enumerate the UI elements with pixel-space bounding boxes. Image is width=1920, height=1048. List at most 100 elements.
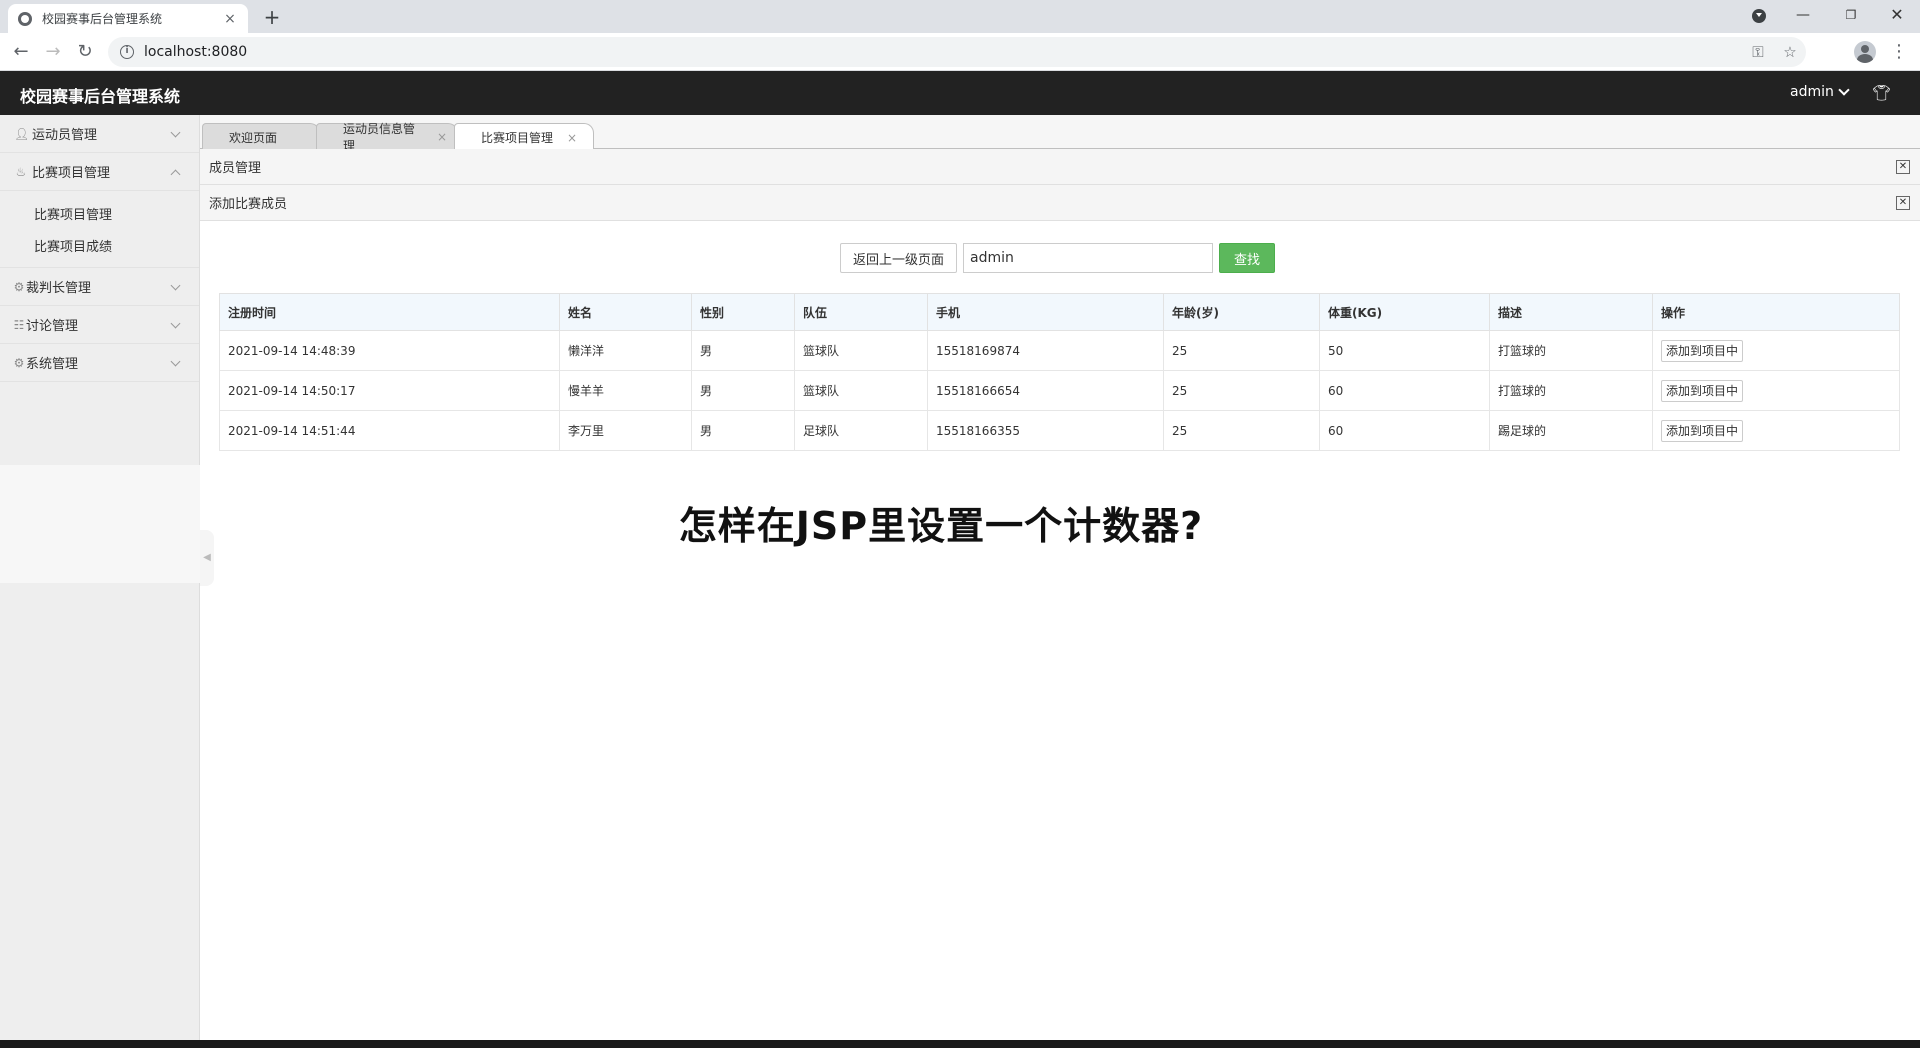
cell-team: 篮球队 bbox=[794, 330, 928, 371]
table-row: 2021-09-14 14:48:39 懒洋洋 男 篮球队 1551816987… bbox=[219, 330, 1900, 371]
sidebar-group-label: 裁判长管理 bbox=[26, 281, 92, 296]
forward-arrow-icon[interactable]: → bbox=[41, 40, 65, 64]
browser-tab[interactable]: 校园赛事后台管理系统 × bbox=[8, 4, 248, 33]
cell-weight: 60 bbox=[1319, 410, 1490, 451]
cell-action: 添加到项目中 bbox=[1652, 410, 1900, 451]
close-tab-icon[interactable]: × bbox=[567, 131, 577, 145]
app-header: 校园赛事后台管理系统 admin 👕︎ bbox=[0, 71, 1920, 115]
cell-age: 25 bbox=[1163, 410, 1320, 451]
sidebar-group-label: 比赛项目管理 bbox=[32, 166, 111, 181]
close-window-icon[interactable]: ✕ bbox=[1874, 0, 1920, 33]
sidebar-group-system[interactable]: ⚙ 系统管理 bbox=[0, 344, 199, 382]
star-icon[interactable]: ☆ bbox=[1774, 43, 1806, 61]
cell-reg-time: 2021-09-14 14:51:44 bbox=[219, 410, 560, 451]
chevron-down-icon bbox=[170, 318, 181, 329]
chevron-up-icon bbox=[170, 169, 181, 180]
panel-title: 添加比赛成员 bbox=[209, 197, 288, 212]
add-to-event-button[interactable]: 添加到项目中 bbox=[1661, 339, 1744, 362]
address-bar: ← → ↻ i localhost:8080 ⚿ ☆ ⋮ bbox=[0, 33, 1920, 71]
url-bar[interactable]: i localhost:8080 ⚿ ☆ bbox=[108, 37, 1806, 67]
tshirt-icon[interactable]: 👕︎ bbox=[1872, 84, 1891, 102]
cell-phone: 15518166355 bbox=[927, 410, 1164, 451]
table-row: 2021-09-14 14:51:44 李万里 男 足球队 1551816635… bbox=[219, 410, 1900, 451]
add-to-event-button[interactable]: 添加到项目中 bbox=[1661, 419, 1744, 442]
col-header-desc: 描述 bbox=[1489, 293, 1653, 331]
main-content: 欢迎页面 运动员信息管理 × 比赛项目管理 × 成员管理 ✕ 添加比赛成员 ✕ … bbox=[200, 115, 1920, 1040]
chevron-down-icon bbox=[170, 356, 181, 367]
col-header-team: 队伍 bbox=[794, 293, 928, 331]
tab-event-manage[interactable]: 比赛项目管理 × bbox=[454, 123, 594, 151]
cell-phone: 15518166654 bbox=[927, 370, 1164, 411]
info-icon[interactable]: i bbox=[120, 45, 134, 59]
browser-tab-title: 校园赛事后台管理系统 bbox=[42, 12, 163, 26]
back-arrow-icon[interactable]: ← bbox=[9, 40, 33, 64]
chevron-down-icon bbox=[1838, 84, 1850, 96]
sidebar: 👤︎ 运动员管理 ♨ 比赛项目管理 比赛项目管理 比赛项目成绩 ⚙ 裁判长管理 … bbox=[0, 115, 200, 1040]
panel-add-member-header: 添加比赛成员 ✕ bbox=[200, 185, 1920, 221]
minimize-icon[interactable]: — bbox=[1780, 0, 1826, 33]
cell-reg-time: 2021-09-14 14:50:17 bbox=[219, 370, 560, 411]
search-row: 返回上一级页面 查找 bbox=[840, 243, 1276, 273]
sidebar-group-events[interactable]: ♨ 比赛项目管理 bbox=[0, 153, 199, 191]
col-header-gender: 性别 bbox=[691, 293, 795, 331]
tab-label: 比赛项目管理 bbox=[481, 131, 554, 145]
cell-desc: 打篮球的 bbox=[1489, 370, 1653, 411]
members-table: 注册时间 姓名 性别 队伍 手机 年龄(岁) 体重(KG) 描述 操作 2021… bbox=[219, 293, 1900, 451]
close-icon[interactable]: ✕ bbox=[1896, 196, 1910, 210]
sidebar-submenu-events: 比赛项目管理 比赛项目成绩 bbox=[0, 191, 199, 268]
sidebar-item-event-scores[interactable]: 比赛项目成绩 bbox=[0, 229, 199, 261]
restore-icon[interactable]: ❐ bbox=[1828, 0, 1874, 33]
cell-action: 添加到项目中 bbox=[1652, 370, 1900, 411]
sidebar-group-label: 运动员管理 bbox=[32, 128, 98, 143]
reload-icon[interactable]: ↻ bbox=[73, 40, 97, 64]
col-header-action: 操作 bbox=[1652, 293, 1900, 331]
user-menu[interactable]: admin bbox=[1790, 84, 1850, 100]
new-tab-button[interactable]: + bbox=[260, 6, 284, 30]
tab-athlete-info[interactable]: 运动员信息管理 × bbox=[316, 122, 458, 153]
url-text[interactable]: localhost:8080 bbox=[144, 44, 1742, 60]
add-to-event-button[interactable]: 添加到项目中 bbox=[1661, 379, 1744, 402]
col-header-weight: 体重(KG) bbox=[1319, 293, 1490, 331]
cell-team: 足球队 bbox=[794, 410, 928, 451]
cell-gender: 男 bbox=[691, 330, 795, 371]
user-icon: 👤︎ bbox=[14, 126, 30, 141]
cell-desc: 打篮球的 bbox=[1489, 330, 1653, 371]
profile-avatar-icon[interactable] bbox=[1854, 41, 1876, 63]
panel-members-header: 成员管理 ✕ bbox=[200, 149, 1920, 185]
close-tab-icon[interactable]: × bbox=[437, 130, 447, 144]
close-icon[interactable]: ✕ bbox=[1896, 160, 1910, 174]
search-input[interactable] bbox=[963, 243, 1214, 273]
tab-welcome[interactable]: 欢迎页面 bbox=[202, 123, 320, 150]
taskbar bbox=[0, 1040, 1920, 1048]
chevron-down-icon bbox=[170, 127, 181, 138]
gear-icon: ⚙ bbox=[13, 279, 25, 294]
cell-age: 25 bbox=[1163, 330, 1320, 371]
col-header-age: 年龄(岁) bbox=[1163, 293, 1320, 331]
sidebar-group-discussions[interactable]: ☷ 讨论管理 bbox=[0, 306, 199, 344]
key-icon[interactable]: ⚿ bbox=[1742, 43, 1774, 61]
tab-label: 欢迎页面 bbox=[229, 130, 278, 145]
globe-icon bbox=[18, 11, 32, 26]
cell-gender: 男 bbox=[691, 370, 795, 411]
col-header-reg-time: 注册时间 bbox=[219, 293, 560, 331]
cell-weight: 60 bbox=[1319, 370, 1490, 411]
table-header-row: 注册时间 姓名 性别 队伍 手机 年龄(岁) 体重(KG) 描述 操作 bbox=[219, 293, 1900, 331]
sidebar-group-athletes[interactable]: 👤︎ 运动员管理 bbox=[0, 115, 199, 153]
close-tab-icon[interactable]: × bbox=[222, 11, 238, 27]
sidebar-item-event-manage[interactable]: 比赛项目管理 bbox=[0, 197, 199, 229]
sidebar-blank-area bbox=[0, 465, 200, 583]
chevron-down-icon bbox=[170, 280, 181, 291]
panel-title: 成员管理 bbox=[209, 161, 262, 176]
tab-search-icon[interactable] bbox=[1752, 9, 1766, 23]
find-button[interactable]: 查找 bbox=[1219, 243, 1276, 273]
col-header-name: 姓名 bbox=[559, 293, 692, 331]
gear-icon: ⚙ bbox=[13, 355, 25, 370]
page-tabbar: 欢迎页面 运动员信息管理 × 比赛项目管理 × bbox=[200, 115, 1920, 153]
back-button[interactable]: 返回上一级页面 bbox=[840, 243, 958, 273]
cell-phone: 15518169874 bbox=[927, 330, 1164, 371]
more-vert-icon[interactable]: ⋮ bbox=[1890, 40, 1908, 64]
cell-reg-time: 2021-09-14 14:48:39 bbox=[219, 330, 560, 371]
cell-desc: 踢足球的 bbox=[1489, 410, 1653, 451]
col-header-phone: 手机 bbox=[927, 293, 1164, 331]
sidebar-group-referees[interactable]: ⚙ 裁判长管理 bbox=[0, 268, 199, 306]
